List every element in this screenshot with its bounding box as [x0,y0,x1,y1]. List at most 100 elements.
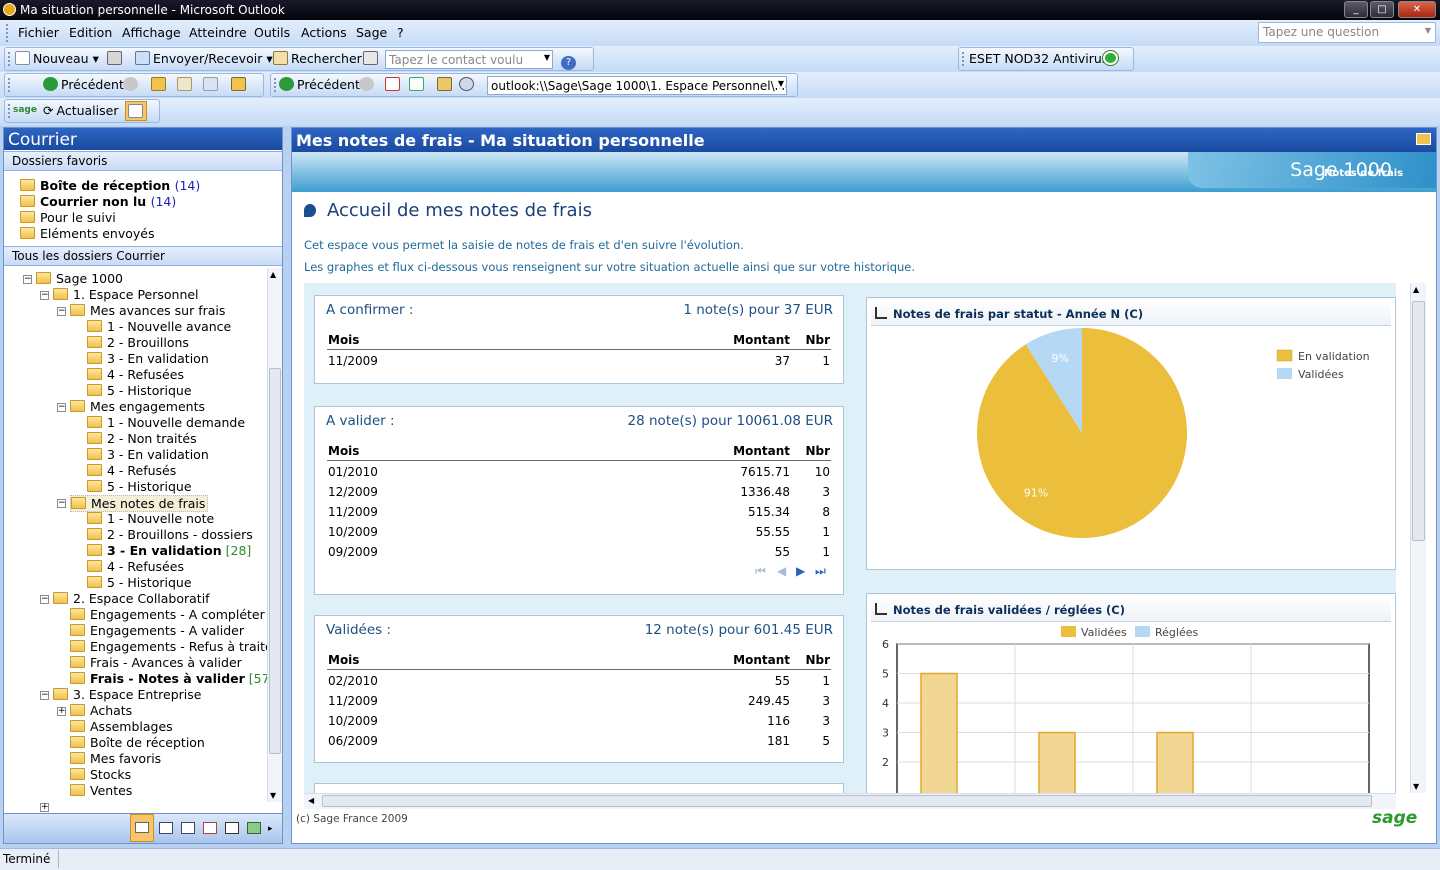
table-row[interactable]: 02/2010 55 1 [315,674,843,692]
folder-tree-item[interactable]: Engagements - A compléter [70,607,265,622]
web-forward-button[interactable] [359,77,377,92]
tree-expander[interactable]: + [40,803,49,812]
menu-fichier[interactable]: Fichier [18,25,59,40]
address-book-button[interactable] [363,51,381,66]
menu-affichage[interactable]: Affichage [122,25,181,40]
scroll-left-arrow[interactable]: ◀ [308,796,314,805]
menu-sage[interactable]: Sage [356,25,387,40]
tree-expander[interactable]: − [57,307,66,316]
folder-tree-item[interactable]: 1 - Nouvelle avance [87,319,231,334]
folder-tree-scrollbar[interactable]: ▲ ▼ [267,268,282,802]
scrollbar-thumb[interactable] [1412,301,1425,541]
web-home-button[interactable] [231,77,249,92]
favorite-follow-up[interactable]: Pour le suivi [20,210,116,225]
menu-help[interactable]: ? [397,25,404,40]
web-back-button[interactable]: Précédent [279,77,360,92]
folder-list-icon[interactable] [247,822,261,834]
new-button[interactable]: Nouveau ▾ [15,51,99,66]
toolbar-grip[interactable] [274,78,277,92]
favorites-header[interactable]: Dossiers favoris [4,151,282,171]
folder-tree-item[interactable]: Engagements - Refus à traiter [70,639,278,654]
question-input[interactable]: Tapez une question ▼ [1258,22,1436,43]
table-row[interactable]: 09/2009 55 1 [315,545,843,563]
toolbar-grip[interactable] [962,52,965,66]
minimize-button[interactable]: _ [1344,1,1368,18]
scroll-up-arrow[interactable]: ▲ [1413,285,1419,294]
web-home-page-button[interactable] [437,77,455,92]
folder-tree-item[interactable]: Mes engagements [70,399,205,414]
menu-outils[interactable]: Outils [254,25,290,40]
folder-tree-item[interactable]: 4 - Refusées [87,559,184,574]
tree-expander[interactable]: − [40,291,49,300]
toolbar-grip[interactable] [8,78,11,92]
folder-tree-item[interactable]: Engagements - A valider [70,623,244,638]
close-button[interactable]: ✕ [1398,1,1436,18]
tree-expander[interactable]: − [57,403,66,412]
first-page-icon[interactable]: ⏮ [755,564,766,579]
table-row[interactable]: 01/2010 7615.71 10 [315,465,843,483]
folder-tree-item[interactable]: Mes favoris [70,751,161,766]
print-button[interactable] [107,51,125,66]
folder-tree-item[interactable]: 2. Espace Collaboratif [53,591,210,606]
all-folders-header[interactable]: Tous les dossiers Courrier [4,246,282,266]
card-summary[interactable]: 12 note(s) pour 601.45 EUR [645,622,833,638]
favorite-sent[interactable]: Eléments envoyés [20,226,155,241]
chevron-down-icon[interactable]: ▼ [544,53,550,62]
folder-tree-item[interactable]: 5 - Historique [87,575,192,590]
stop-button[interactable] [385,77,403,92]
forward-button[interactable] [123,77,141,92]
toolbar-grip[interactable] [8,52,11,66]
up-folder-button[interactable] [151,77,169,92]
folder-tree-item[interactable]: Achats [70,703,132,718]
antivirus-status-icon[interactable] [1103,51,1121,66]
folder-tree-item[interactable]: 3 - En validation [87,447,209,462]
sage-logo-icon[interactable]: sage [13,105,37,115]
folder-tree-item[interactable]: Assemblages [70,719,173,734]
send-receive-button[interactable]: Envoyer/Recevoir ▾ [135,51,273,66]
table-row[interactable]: 10/2009 116 3 [315,714,843,732]
folder-tree-item[interactable]: Mes avances sur frais [70,303,225,318]
maximize-button[interactable]: □ [1370,1,1394,18]
previous-page-icon[interactable]: ◀ [777,564,786,578]
favorite-unread[interactable]: Courrier non lu (14) [20,194,176,209]
outlook-app-icon[interactable] [3,3,16,16]
content-vertical-scrollbar[interactable]: ▲ ▼ [1410,283,1426,793]
tree-expander[interactable]: − [23,275,32,284]
folder-tree-item[interactable]: Sage 1000 [36,271,123,286]
contacts-icon[interactable] [181,822,195,834]
toolbar-grip[interactable] [8,104,11,118]
bar-validees[interactable] [1038,731,1076,795]
table-row[interactable]: 11/2009 515.34 8 [315,505,843,523]
antivirus-button[interactable]: ESET NOD32 Antivirus ▾ [969,51,1119,66]
folder-tree-item[interactable]: Stocks [70,767,131,782]
folder-tree-item[interactable]: Ventes [70,783,132,798]
table-row[interactable]: 12/2009 1336.48 3 [315,485,843,503]
folder-tree-item[interactable]: 5 - Historique [87,479,192,494]
contact-search-input[interactable]: Tapez le contact voulu ▼ [385,50,553,69]
menu-edition[interactable]: Edition [69,25,112,40]
tree-expander[interactable]: + [57,707,66,716]
menu-grip[interactable] [6,24,9,42]
folder-tree-item[interactable]: 2 - Brouillons - dossiers [87,527,253,542]
web-search-button[interactable] [459,77,477,92]
folder-tree-item[interactable]: Frais - Avances à valider [70,655,242,670]
folder-tree-item[interactable]: Mes notes de frais [70,495,209,512]
folder-tree-item[interactable]: 2 - Brouillons [87,335,189,350]
refresh-button[interactable]: ⟳ Actualiser [43,103,118,118]
folder-tree-item[interactable]: 1 - Nouvelle demande [87,415,245,430]
content-horizontal-scrollbar[interactable]: ◀ [304,793,1396,809]
table-row[interactable]: 06/2009 181 5 [315,734,843,752]
favorite-inbox[interactable]: Boîte de réception (14) [20,178,200,193]
folder-tree-item[interactable]: 4 - Refusées [87,367,184,382]
folder-tree-item[interactable]: 3. Espace Entreprise [53,687,201,702]
folder-tree-item[interactable]: 1. Espace Personnel [53,287,199,302]
refresh-page-button[interactable] [409,77,427,92]
configure-buttons-icon[interactable]: ▸ [268,824,273,834]
folder-tree-item[interactable]: 3 - En validation [28] [87,543,251,558]
table-row[interactable]: 11/2009 249.45 3 [315,694,843,712]
card-summary[interactable]: 1 note(s) pour 37 EUR [683,302,833,318]
folder-tree-item[interactable]: Frais - Notes à valider [57] [70,671,274,686]
last-page-icon[interactable]: ⏭ [815,564,826,579]
menu-atteindre[interactable]: Atteindre [189,25,247,40]
folder-tree-item[interactable]: Boîte de réception [70,735,205,750]
